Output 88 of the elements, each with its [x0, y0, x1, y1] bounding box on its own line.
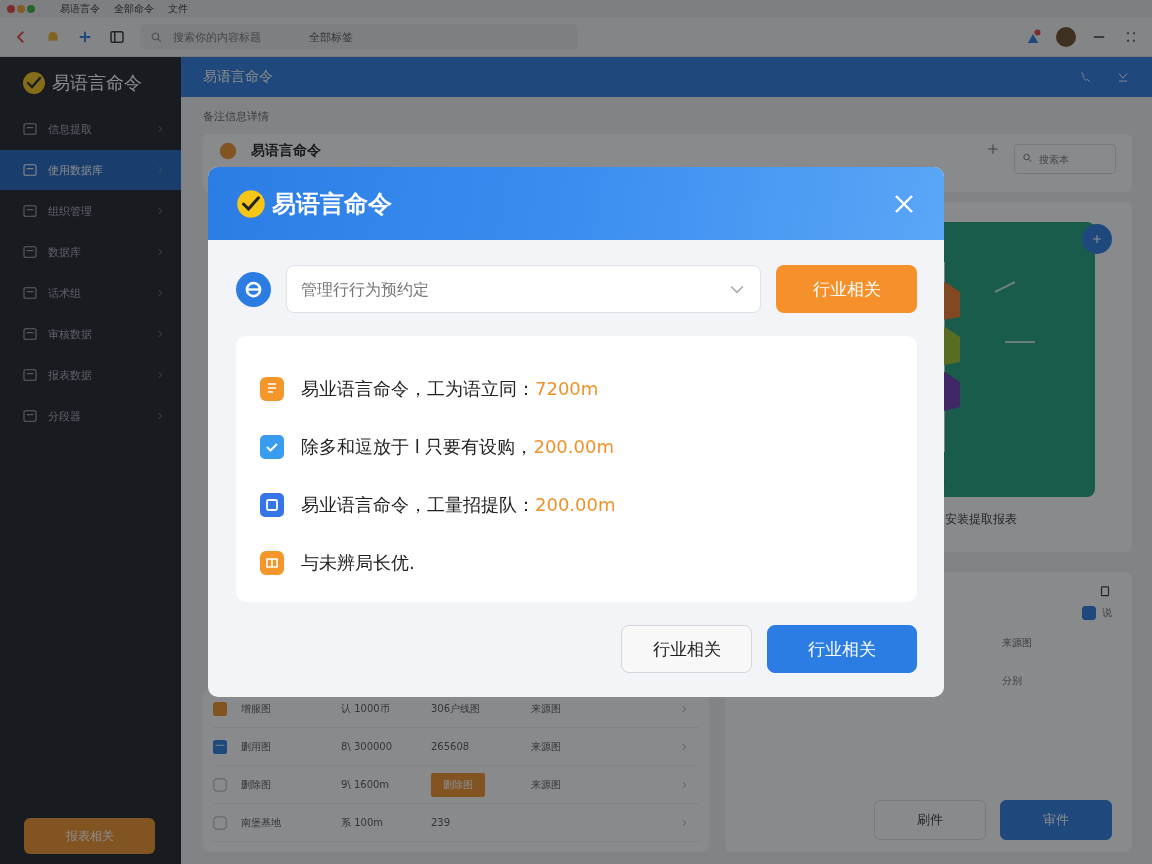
- note-icon: [260, 551, 284, 575]
- sidebar-item[interactable]: 使用数据库: [0, 150, 181, 190]
- secondary-button[interactable]: 刷件: [874, 800, 986, 840]
- detail-row-text: 来源图: [1002, 636, 1033, 650]
- table-cell-text: 9\ 1600m: [341, 779, 391, 790]
- secondary-button[interactable]: 行业相关: [621, 625, 752, 673]
- checkbox-icon: [260, 435, 284, 459]
- header-title: 易语言命令: [203, 68, 274, 86]
- folder-icon: [22, 162, 38, 178]
- menu-item[interactable]: 文件: [168, 2, 188, 16]
- chevron-right-icon: [155, 411, 165, 421]
- sidebar-item[interactable]: 组织管理: [0, 191, 181, 231]
- folder-icon: [22, 285, 38, 301]
- chevron-right-icon: [155, 124, 165, 134]
- menu-item[interactable]: 易语言令: [60, 2, 100, 16]
- folder-icon: [22, 121, 38, 137]
- info-text: 除多和逗放于 l 只要有设购，200.00m: [301, 435, 614, 459]
- add-button[interactable]: [1082, 224, 1112, 254]
- checkbox-label: 说: [1102, 606, 1112, 620]
- confirm-button[interactable]: 审件: [1000, 800, 1112, 840]
- panel-icon[interactable]: [108, 28, 126, 46]
- table-cell-text: 认 1000币: [341, 701, 391, 716]
- table-cell-text: 来源图: [531, 701, 562, 716]
- chevron-right-icon: [155, 370, 165, 380]
- chevron-right-icon: [155, 329, 165, 339]
- table-cell-text: 南堡基地: [241, 815, 282, 830]
- check-logo-icon: [236, 188, 266, 219]
- industry-button[interactable]: 行业相关: [776, 265, 917, 313]
- table-cell-text: 306户线图: [431, 701, 482, 716]
- table-cell-text: 删除图: [241, 777, 272, 792]
- table-cell-text: 增服图: [241, 701, 272, 716]
- square-icon: [260, 493, 284, 517]
- category-dropdown[interactable]: 管理行行为预约定: [286, 265, 761, 313]
- chevron-right-icon: [155, 247, 165, 257]
- status-badge: 删除图: [431, 772, 485, 797]
- folder-icon: [22, 326, 38, 342]
- chevron-right-icon: [155, 165, 165, 175]
- table-cell-text: 来源图: [531, 777, 562, 792]
- folder-icon: [22, 408, 38, 424]
- badge-icon: [219, 142, 237, 160]
- card-title: 易语言命令: [251, 142, 322, 160]
- tag-filter[interactable]: 全部标签: [309, 29, 353, 45]
- table-cell-text: 8\ 300000: [341, 741, 394, 752]
- info-text: 易业语言命令，工为语立同：7200m: [301, 377, 599, 401]
- square-icon: [213, 815, 227, 830]
- chevron-right-icon: [679, 741, 689, 752]
- sidebar-item[interactable]: 数据库: [0, 232, 181, 272]
- chevron-right-icon: [679, 817, 689, 828]
- sidebar-item[interactable]: 报表数据: [0, 355, 181, 395]
- folder-icon: [22, 367, 38, 383]
- dialog-title: 易语言命令: [272, 188, 393, 220]
- checkbox[interactable]: [1082, 606, 1096, 620]
- download-icon[interactable]: [1116, 70, 1130, 84]
- preview-caption: 安装提取报表: [944, 511, 1018, 528]
- document-icon: [213, 701, 227, 716]
- search-icon: [150, 30, 163, 44]
- info-text: 与未辨局长优.: [301, 551, 415, 575]
- sidebar-item[interactable]: 话术组: [0, 273, 181, 313]
- calendar-icon: [213, 739, 227, 754]
- search-icon: [1022, 152, 1033, 164]
- report-button[interactable]: 报表相关: [24, 818, 155, 854]
- table-cell-text: 265608: [431, 741, 471, 752]
- table-cell-text: 来源图: [531, 739, 562, 754]
- search-field[interactable]: 搜索本: [1014, 144, 1116, 174]
- document-icon: [260, 377, 284, 401]
- folder-icon: [22, 203, 38, 219]
- detail-row-text: 分别: [1002, 674, 1023, 688]
- square-icon: [213, 777, 227, 792]
- sidebar-item[interactable]: 信息提取: [0, 109, 181, 149]
- app-title: 易语言命令: [52, 71, 142, 95]
- sidebar-item[interactable]: 审核数据: [0, 314, 181, 354]
- folder-icon: [22, 244, 38, 260]
- table-cell-text: 删用图: [241, 739, 272, 754]
- avatar[interactable]: [1056, 27, 1076, 47]
- confirm-button[interactable]: 行业相关: [767, 625, 917, 673]
- plus-icon: [1091, 233, 1103, 245]
- check-logo-icon: [22, 71, 46, 95]
- plus-icon[interactable]: [986, 142, 1000, 156]
- info-text: 易业语言命令，工量招提队：200.00m: [301, 493, 616, 517]
- table-cell-text: 239: [431, 817, 452, 828]
- sidebar-item[interactable]: 分段器: [0, 396, 181, 436]
- table-cell-text: 系 100m: [341, 815, 384, 830]
- chevron-right-icon: [155, 206, 165, 216]
- chevron-right-icon: [679, 703, 689, 714]
- trash-icon[interactable]: [1098, 584, 1112, 598]
- chevron-right-icon: [155, 288, 165, 298]
- menu-item[interactable]: 全部命令: [114, 2, 154, 16]
- chevron-right-icon: [679, 779, 689, 790]
